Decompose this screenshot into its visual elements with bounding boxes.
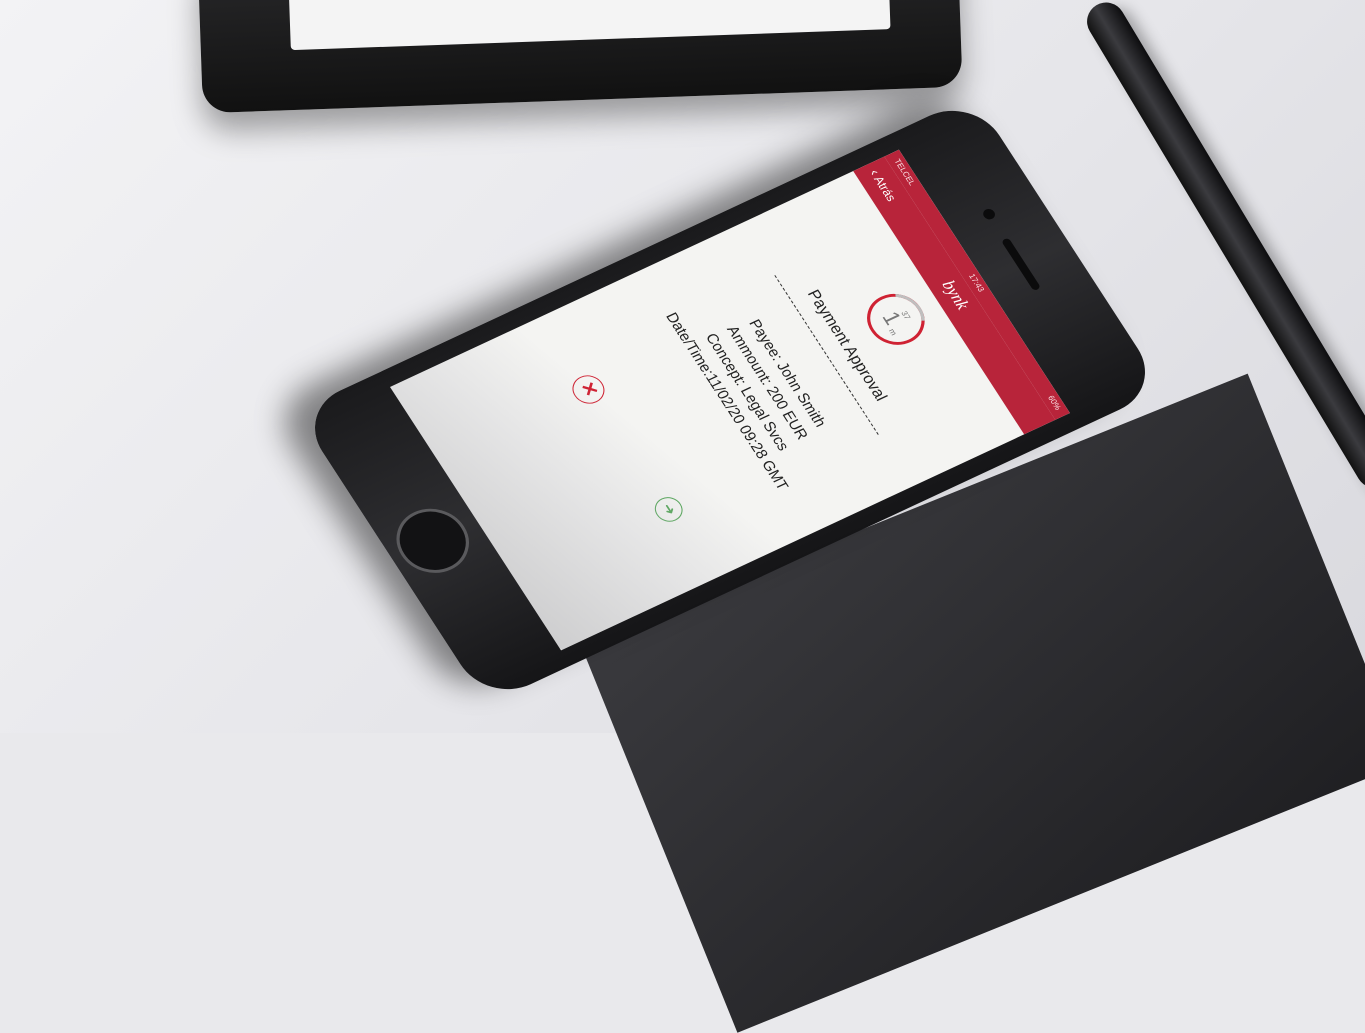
earpiece-speaker: [1001, 237, 1042, 292]
countdown-timer: 37 1 m: [855, 283, 937, 356]
front-camera: [981, 207, 998, 222]
tablet-screen: [288, 0, 891, 51]
